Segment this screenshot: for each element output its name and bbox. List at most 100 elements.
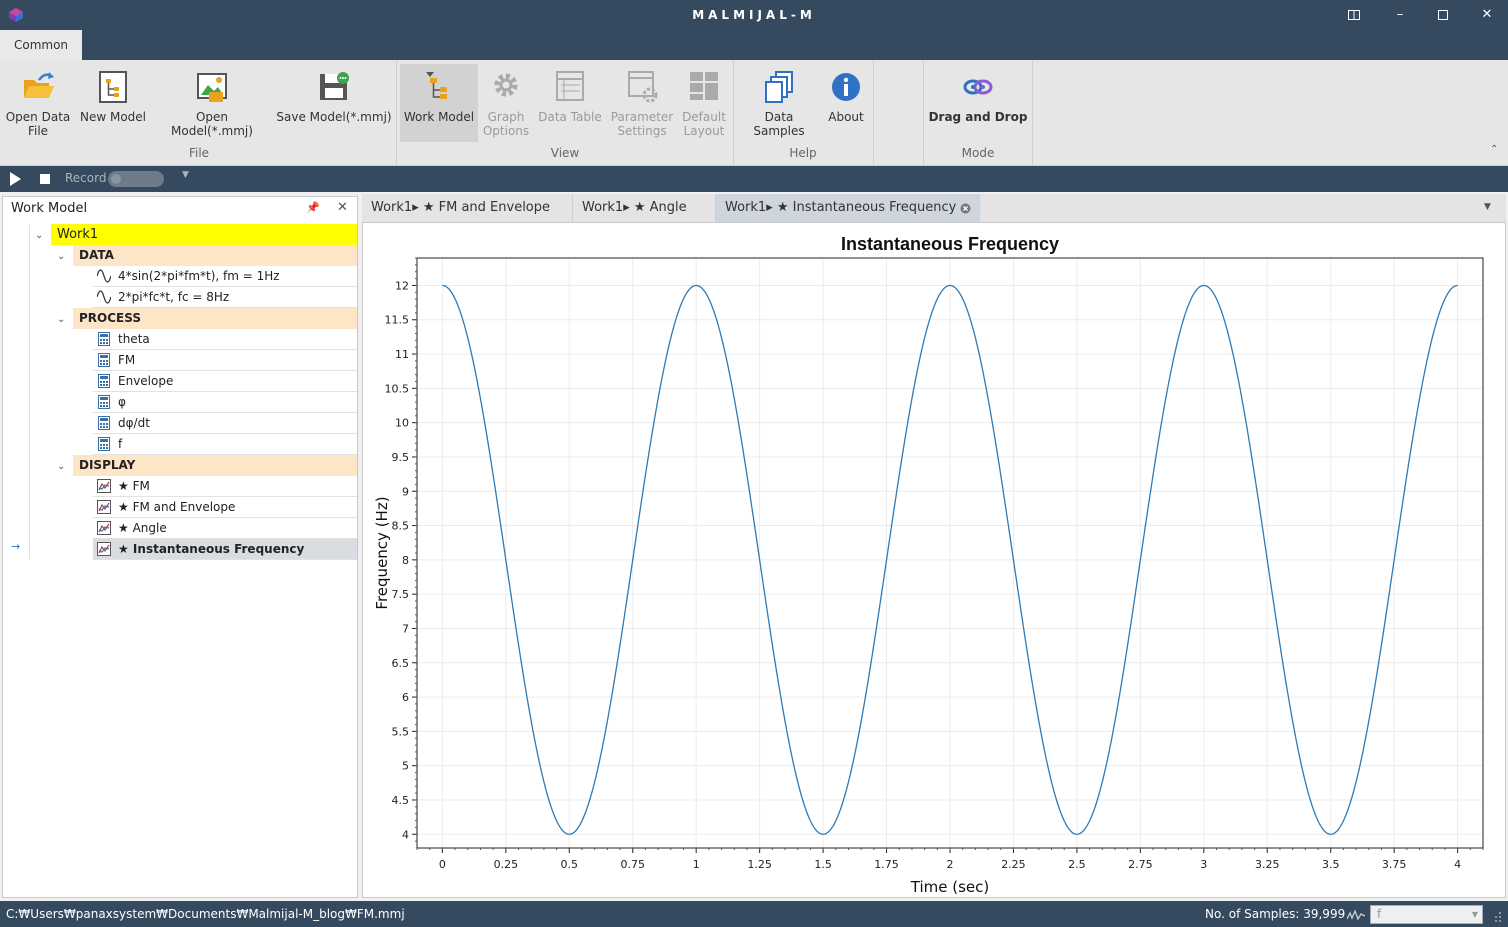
- y-tick-label: 10: [395, 417, 409, 430]
- open-image-model-icon: [197, 73, 227, 102]
- default-layout-button[interactable]: Default Layout: [678, 64, 730, 144]
- chevron-down-icon[interactable]: ⌄: [57, 251, 65, 262]
- tree-section-data[interactable]: DATA: [73, 245, 357, 266]
- close-panel-icon[interactable]: ✕: [337, 200, 348, 215]
- resize-grip-icon[interactable]: [1494, 911, 1502, 923]
- pin-icon[interactable]: 📌: [306, 201, 320, 214]
- maximize-button[interactable]: [1433, 5, 1453, 25]
- tree-item-process[interactable]: FM: [93, 350, 357, 371]
- tree-item-label: FM: [118, 353, 136, 367]
- y-tick-label: 10.5: [385, 382, 410, 395]
- tree-item-label: f: [118, 437, 123, 451]
- calculator-icon: [98, 395, 110, 409]
- y-tick-label: 11: [395, 348, 409, 361]
- play-icon[interactable]: [10, 172, 22, 186]
- current-row-arrow-icon: →: [11, 540, 21, 553]
- chevron-down-icon[interactable]: ⌄: [57, 314, 65, 325]
- y-tick-label: 7.5: [392, 588, 410, 601]
- chart-panel: Instantaneous Frequency 0 0.25 0.5 0.75 1 1.25…: [362, 222, 1506, 898]
- channel-select-value: f: [1377, 907, 1382, 921]
- drag-and-drop-button[interactable]: Drag and Drop: [926, 64, 1030, 144]
- gear-icon: [494, 73, 518, 97]
- x-tick-label: 1.75: [874, 858, 899, 871]
- tree-item-process[interactable]: Envelope: [93, 371, 357, 392]
- about-label: About: [828, 110, 864, 124]
- tree-item-display[interactable]: ★ Instantaneous Frequency: [93, 539, 357, 560]
- work-model-button[interactable]: Work Model: [400, 64, 478, 142]
- save-model-label: Save Model(*.mmj): [276, 110, 392, 124]
- document-tab-bar: Work1▸ ★ FM and Envelope Work1▸ ★ Angle …: [362, 194, 1506, 222]
- ribbon: Open Data File New Model Open Model(*.mm…: [0, 60, 1508, 166]
- tree-item-label: ★ Instantaneous Frequency: [118, 542, 305, 556]
- x-tick-label: 3.25: [1255, 858, 1280, 871]
- about-button[interactable]: About: [824, 64, 868, 144]
- parameter-settings-button[interactable]: Parameter Settings: [608, 64, 676, 144]
- record-toggle[interactable]: [108, 171, 164, 187]
- graph-options-label: Graph Options: [482, 110, 530, 138]
- data-table-button[interactable]: Data Table: [536, 64, 604, 144]
- tree-root-work1[interactable]: Work1: [51, 224, 357, 245]
- instantaneous-frequency-chart[interactable]: Instantaneous Frequency 0 0.25 0.5 0.75 1 1.25…: [363, 223, 1505, 897]
- parameter-settings-label: Parameter Settings: [610, 110, 674, 138]
- graph-options-button[interactable]: Graph Options: [478, 64, 534, 144]
- save-model-button[interactable]: Save Model(*.mmj): [276, 64, 392, 144]
- work-model-label: Work Model: [403, 110, 475, 124]
- restore-layout-icon[interactable]: [1344, 5, 1364, 25]
- calculator-icon: [98, 437, 110, 451]
- status-bar: C:₩Users₩panaxsystem₩Documents₩Malmijal-…: [0, 901, 1508, 927]
- waveform-icon: [1347, 909, 1365, 921]
- data-samples-button[interactable]: Data Samples: [738, 64, 820, 144]
- new-model-icon: [99, 71, 127, 103]
- tab-list-dropdown-icon[interactable]: ▼: [1484, 202, 1491, 212]
- open-data-file-button[interactable]: Open Data File: [4, 64, 72, 144]
- open-data-file-label: Open Data File: [5, 110, 71, 138]
- x-tick-label: 0: [439, 858, 446, 871]
- stop-icon[interactable]: [40, 174, 50, 184]
- tree-item-label: φ: [118, 395, 126, 409]
- tree-item-display[interactable]: ★ Angle: [93, 518, 357, 539]
- layout-grid-icon: [690, 72, 718, 100]
- close-button[interactable]: ✕: [1477, 5, 1497, 25]
- tree-item-process[interactable]: dφ/dt: [93, 413, 357, 434]
- tree-item-process[interactable]: theta: [93, 329, 357, 350]
- close-tab-icon[interactable]: [960, 203, 971, 214]
- tree-item-data[interactable]: 2*pi*fc*t, fc = 8Hz: [93, 287, 357, 308]
- y-tick-label: 5: [402, 760, 409, 773]
- tree-section-display[interactable]: DISPLAY: [73, 455, 357, 476]
- y-tick-label: 6: [402, 691, 409, 704]
- settings-window-icon: [628, 71, 658, 103]
- x-tick-label: 0.75: [620, 858, 645, 871]
- doc-tab-instantaneous-frequency[interactable]: Work1▸ ★ Instantaneous Frequency: [716, 194, 980, 222]
- x-tick-label: 3.5: [1322, 858, 1340, 871]
- tree-item-display[interactable]: ★ FM and Envelope: [93, 497, 357, 518]
- doc-tab-angle[interactable]: Work1▸ ★ Angle: [573, 194, 716, 222]
- y-tick-label: 7: [402, 622, 409, 635]
- y-tick-label: 5.5: [392, 725, 410, 738]
- work-model-tree-icon: [426, 72, 447, 99]
- tree-item-display[interactable]: ★ FM: [93, 476, 357, 497]
- minimize-button[interactable]: –: [1390, 5, 1410, 25]
- open-model-button[interactable]: Open Model(*.mmj): [154, 64, 270, 144]
- channel-select[interactable]: f ▼: [1370, 905, 1483, 924]
- x-tick-label: 0.25: [494, 858, 519, 871]
- collapse-ribbon-icon[interactable]: ⌃: [1490, 144, 1498, 155]
- drag-drop-icon: [963, 79, 993, 95]
- tree-item-process[interactable]: φ: [93, 392, 357, 413]
- file-path: C:₩Users₩panaxsystem₩Documents₩Malmijal-…: [6, 907, 405, 921]
- tree-item-data[interactable]: 4*sin(2*pi*fm*t), fm = 1Hz: [93, 266, 357, 287]
- ribbon-tab-bar: Common: [0, 30, 1508, 60]
- tree-section-process[interactable]: PROCESS: [73, 308, 357, 329]
- x-tick-label: 3: [1200, 858, 1207, 871]
- toggle-knob: [111, 174, 121, 184]
- panel-title: Work Model: [3, 197, 357, 221]
- tree-item-process[interactable]: f: [93, 434, 357, 455]
- new-model-button[interactable]: New Model: [78, 64, 148, 144]
- chevron-down-icon[interactable]: ⌄: [35, 230, 43, 241]
- chevron-down-icon[interactable]: ⌄: [57, 461, 65, 472]
- x-tick-label: 2.5: [1068, 858, 1086, 871]
- tree-item-label: ★ FM: [118, 479, 150, 493]
- doc-tab-fm-and-envelope[interactable]: Work1▸ ★ FM and Envelope: [362, 194, 573, 222]
- tab-common[interactable]: Common: [0, 30, 82, 60]
- record-dropdown-icon[interactable]: ▼: [182, 170, 189, 180]
- y-tick-label: 6.5: [392, 657, 410, 670]
